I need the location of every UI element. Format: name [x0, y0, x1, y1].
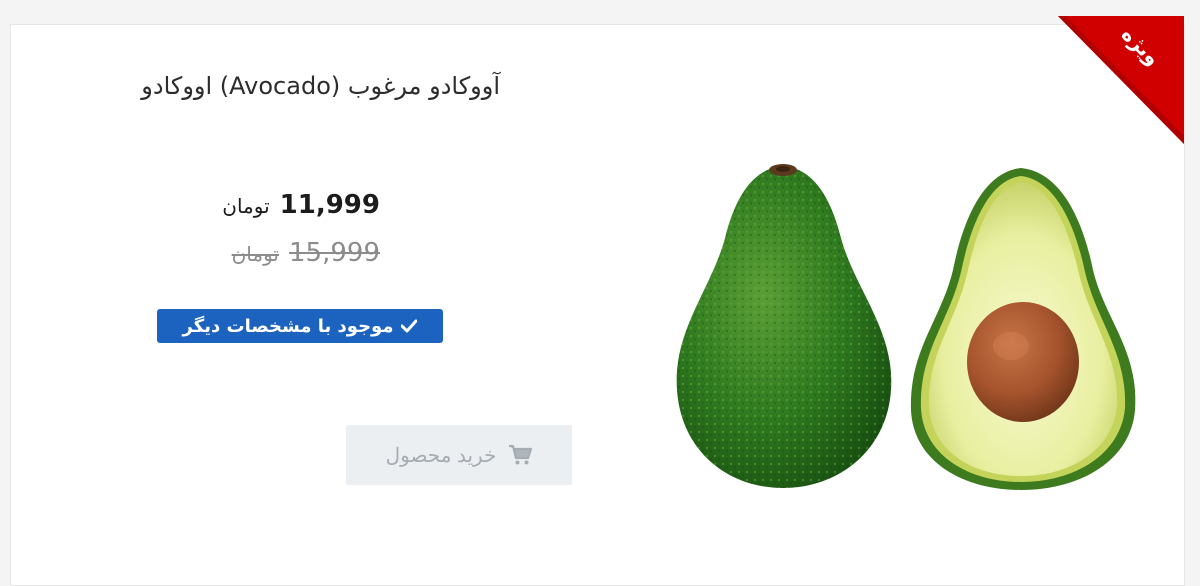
price-amount: 11,999 [279, 190, 380, 220]
price-unit: تومان [222, 194, 270, 218]
cart-icon [508, 444, 533, 466]
buy-product-label: خرید محصول [385, 444, 497, 467]
product-title[interactable]: آووکادو مرغوب (Avocado) اووکادو [100, 72, 500, 100]
old-price-amount: 15,999 [289, 238, 380, 268]
stock-status-badge: موجود با مشخصات دیگر [157, 309, 443, 343]
stock-status-label: موجود با مشخصات دیگر [182, 315, 394, 337]
check-icon [401, 319, 418, 333]
avocado-image[interactable] [665, 150, 1145, 500]
old-price-unit: تومان [231, 242, 280, 266]
buy-product-button[interactable]: خرید محصول [346, 425, 572, 485]
current-price: تومان 11,999 [180, 190, 380, 220]
old-price: تومان 15,999 [180, 238, 380, 268]
